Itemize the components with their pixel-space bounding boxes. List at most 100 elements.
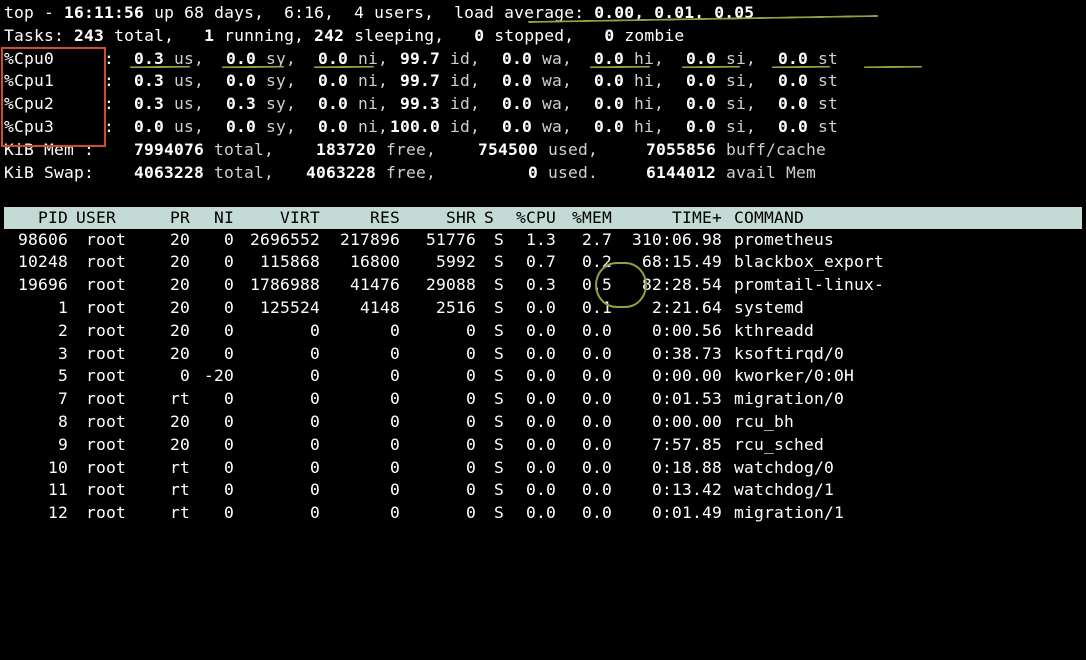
cell-s: S	[480, 457, 502, 480]
tasks-stopped: 0	[474, 26, 484, 45]
cell-shr: 0	[404, 388, 480, 411]
cell-cmd: rcu_sched	[726, 434, 1082, 457]
process-row[interactable]: 1 root20012552441482516 S0.00.12:21.64sy…	[4, 297, 1082, 320]
users: 4 users	[354, 3, 424, 22]
col-cmd[interactable]: COMMAND	[726, 207, 1082, 230]
cell-res: 0	[324, 320, 404, 343]
cpu-st: 0.0	[748, 93, 808, 116]
cell-res: 0	[324, 479, 404, 502]
process-row[interactable]: 11 rootrt0000 S0.00.00:13.42watchdog/1	[4, 479, 1082, 502]
cell-cpu: 0.0	[502, 411, 560, 434]
cell-pid: 10	[4, 457, 72, 480]
cell-pr: rt	[144, 502, 194, 525]
cell-ni: 0	[194, 411, 238, 434]
cell-virt: 0	[238, 434, 324, 457]
col-s[interactable]: S	[480, 207, 502, 230]
cell-mem: 0.0	[560, 434, 616, 457]
col-shr[interactable]: SHR	[404, 207, 480, 230]
cell-pr: 20	[144, 434, 194, 457]
mem-label: KiB Mem :	[4, 139, 104, 162]
process-row[interactable]: 5 root0-20000 S0.00.00:00.00kworker/0:0H	[4, 365, 1082, 388]
cell-virt: 2696552	[238, 229, 324, 252]
cell-pr: 20	[144, 274, 194, 297]
cpu-row: %Cpu1:0.3 us,0.0 sy,0.0 ni,99.7 id,0.0 w…	[4, 70, 1082, 93]
cell-virt: 125524	[238, 297, 324, 320]
cell-ni: 0	[194, 502, 238, 525]
process-row[interactable]: 9 root200000 S0.00.07:57.85rcu_sched	[4, 434, 1082, 457]
cell-mem: 2.7	[560, 229, 616, 252]
col-ni[interactable]: NI	[194, 207, 238, 230]
col-virt[interactable]: VIRT	[238, 207, 324, 230]
cell-pid: 12	[4, 502, 72, 525]
process-row[interactable]: 7 rootrt0000 S0.00.00:01.53migration/0	[4, 388, 1082, 411]
cell-res: 0	[324, 388, 404, 411]
cell-ni: 0	[194, 457, 238, 480]
mem-line: KiB Mem : 7994076 total, 183720 free, 75…	[4, 139, 1082, 162]
cell-user: root	[72, 297, 144, 320]
cell-time: 0:13.42	[616, 479, 726, 502]
cell-user: root	[72, 229, 144, 252]
cell-user: root	[72, 274, 144, 297]
cell-mem: 0.0	[560, 457, 616, 480]
cell-s: S	[480, 320, 502, 343]
cpu-name: %Cpu0	[4, 48, 74, 71]
cell-time: 310:06.98	[616, 229, 726, 252]
cell-cpu: 0.0	[502, 320, 560, 343]
tasks-label: Tasks:	[4, 26, 64, 45]
cell-mem: 0.2	[560, 251, 616, 274]
cpu-hi: 0.0	[564, 70, 624, 93]
cell-mem: 0.0	[560, 365, 616, 388]
cell-user: root	[72, 434, 144, 457]
cell-pr: rt	[144, 388, 194, 411]
col-res[interactable]: RES	[324, 207, 404, 230]
cell-mem: 0.0	[560, 343, 616, 366]
tasks-sleeping: 242	[314, 26, 344, 45]
cell-s: S	[480, 411, 502, 434]
cell-shr: 0	[404, 434, 480, 457]
cell-ni: 0	[194, 229, 238, 252]
process-row[interactable]: 3 root200000 S0.00.00:38.73ksoftirqd/0	[4, 343, 1082, 366]
process-row[interactable]: 2 root200000 S0.00.00:00.56kthreadd	[4, 320, 1082, 343]
col-user[interactable]: USER	[72, 207, 144, 230]
cpu-st: 0.0	[748, 116, 808, 139]
cell-shr: 5992	[404, 251, 480, 274]
cpu-id: 99.3	[380, 93, 440, 116]
cpu-sy: 0.0	[196, 116, 256, 139]
cpu-row: %Cpu2:0.3 us,0.3 sy,0.0 ni,99.3 id,0.0 w…	[4, 93, 1082, 116]
col-cpu[interactable]: %CPU	[502, 207, 560, 230]
cpu-wa: 0.0	[472, 116, 532, 139]
cell-mem: 0.5	[560, 274, 616, 297]
cell-user: root	[72, 320, 144, 343]
cpu-hi: 0.0	[564, 116, 624, 139]
process-row[interactable]: 19696 root20017869884147629088 S0.30.582…	[4, 274, 1082, 297]
cell-pr: rt	[144, 457, 194, 480]
cell-pr: 20	[144, 343, 194, 366]
process-row[interactable]: 10248 root200115868168005992 S0.70.268:1…	[4, 251, 1082, 274]
mem-free: 183720	[276, 139, 376, 162]
col-pid[interactable]: PID	[4, 207, 72, 230]
cpu-row: %Cpu0:0.3 us,0.0 sy,0.0 ni,99.7 id,0.0 w…	[4, 48, 1082, 71]
summary-line: top - 16:11:56 up 68 days, 6:16, 4 users…	[4, 2, 1082, 25]
process-header-row[interactable]: PID USER PR NI VIRT RES SHR S %CPU %MEM …	[4, 207, 1082, 229]
cpu-hi: 0.0	[564, 93, 624, 116]
cell-user: root	[72, 343, 144, 366]
cell-virt: 0	[238, 388, 324, 411]
cell-cmd: watchdog/0	[726, 457, 1082, 480]
col-time[interactable]: TIME+	[616, 207, 726, 230]
cell-s: S	[480, 229, 502, 252]
cell-pid: 3	[4, 343, 72, 366]
process-row[interactable]: 98606 root200269655221789651776 S1.32.73…	[4, 229, 1082, 252]
cpu-us: 0.0	[114, 116, 164, 139]
terminal-top-output[interactable]: top - 16:11:56 up 68 days, 6:16, 4 users…	[0, 0, 1086, 525]
col-mem[interactable]: %MEM	[560, 207, 616, 230]
process-row[interactable]: 10 rootrt0000 S0.00.00:18.88watchdog/0	[4, 457, 1082, 480]
cell-virt: 0	[238, 479, 324, 502]
cell-time: 0:38.73	[616, 343, 726, 366]
cell-res: 0	[324, 365, 404, 388]
process-row[interactable]: 8 root200000 S0.00.00:00.00rcu_bh	[4, 411, 1082, 434]
cell-pr: rt	[144, 479, 194, 502]
cell-ni: 0	[194, 479, 238, 502]
process-row[interactable]: 12 rootrt0000 S0.00.00:01.49migration/1	[4, 502, 1082, 525]
cpu-sy: 0.0	[196, 48, 256, 71]
col-pr[interactable]: PR	[144, 207, 194, 230]
